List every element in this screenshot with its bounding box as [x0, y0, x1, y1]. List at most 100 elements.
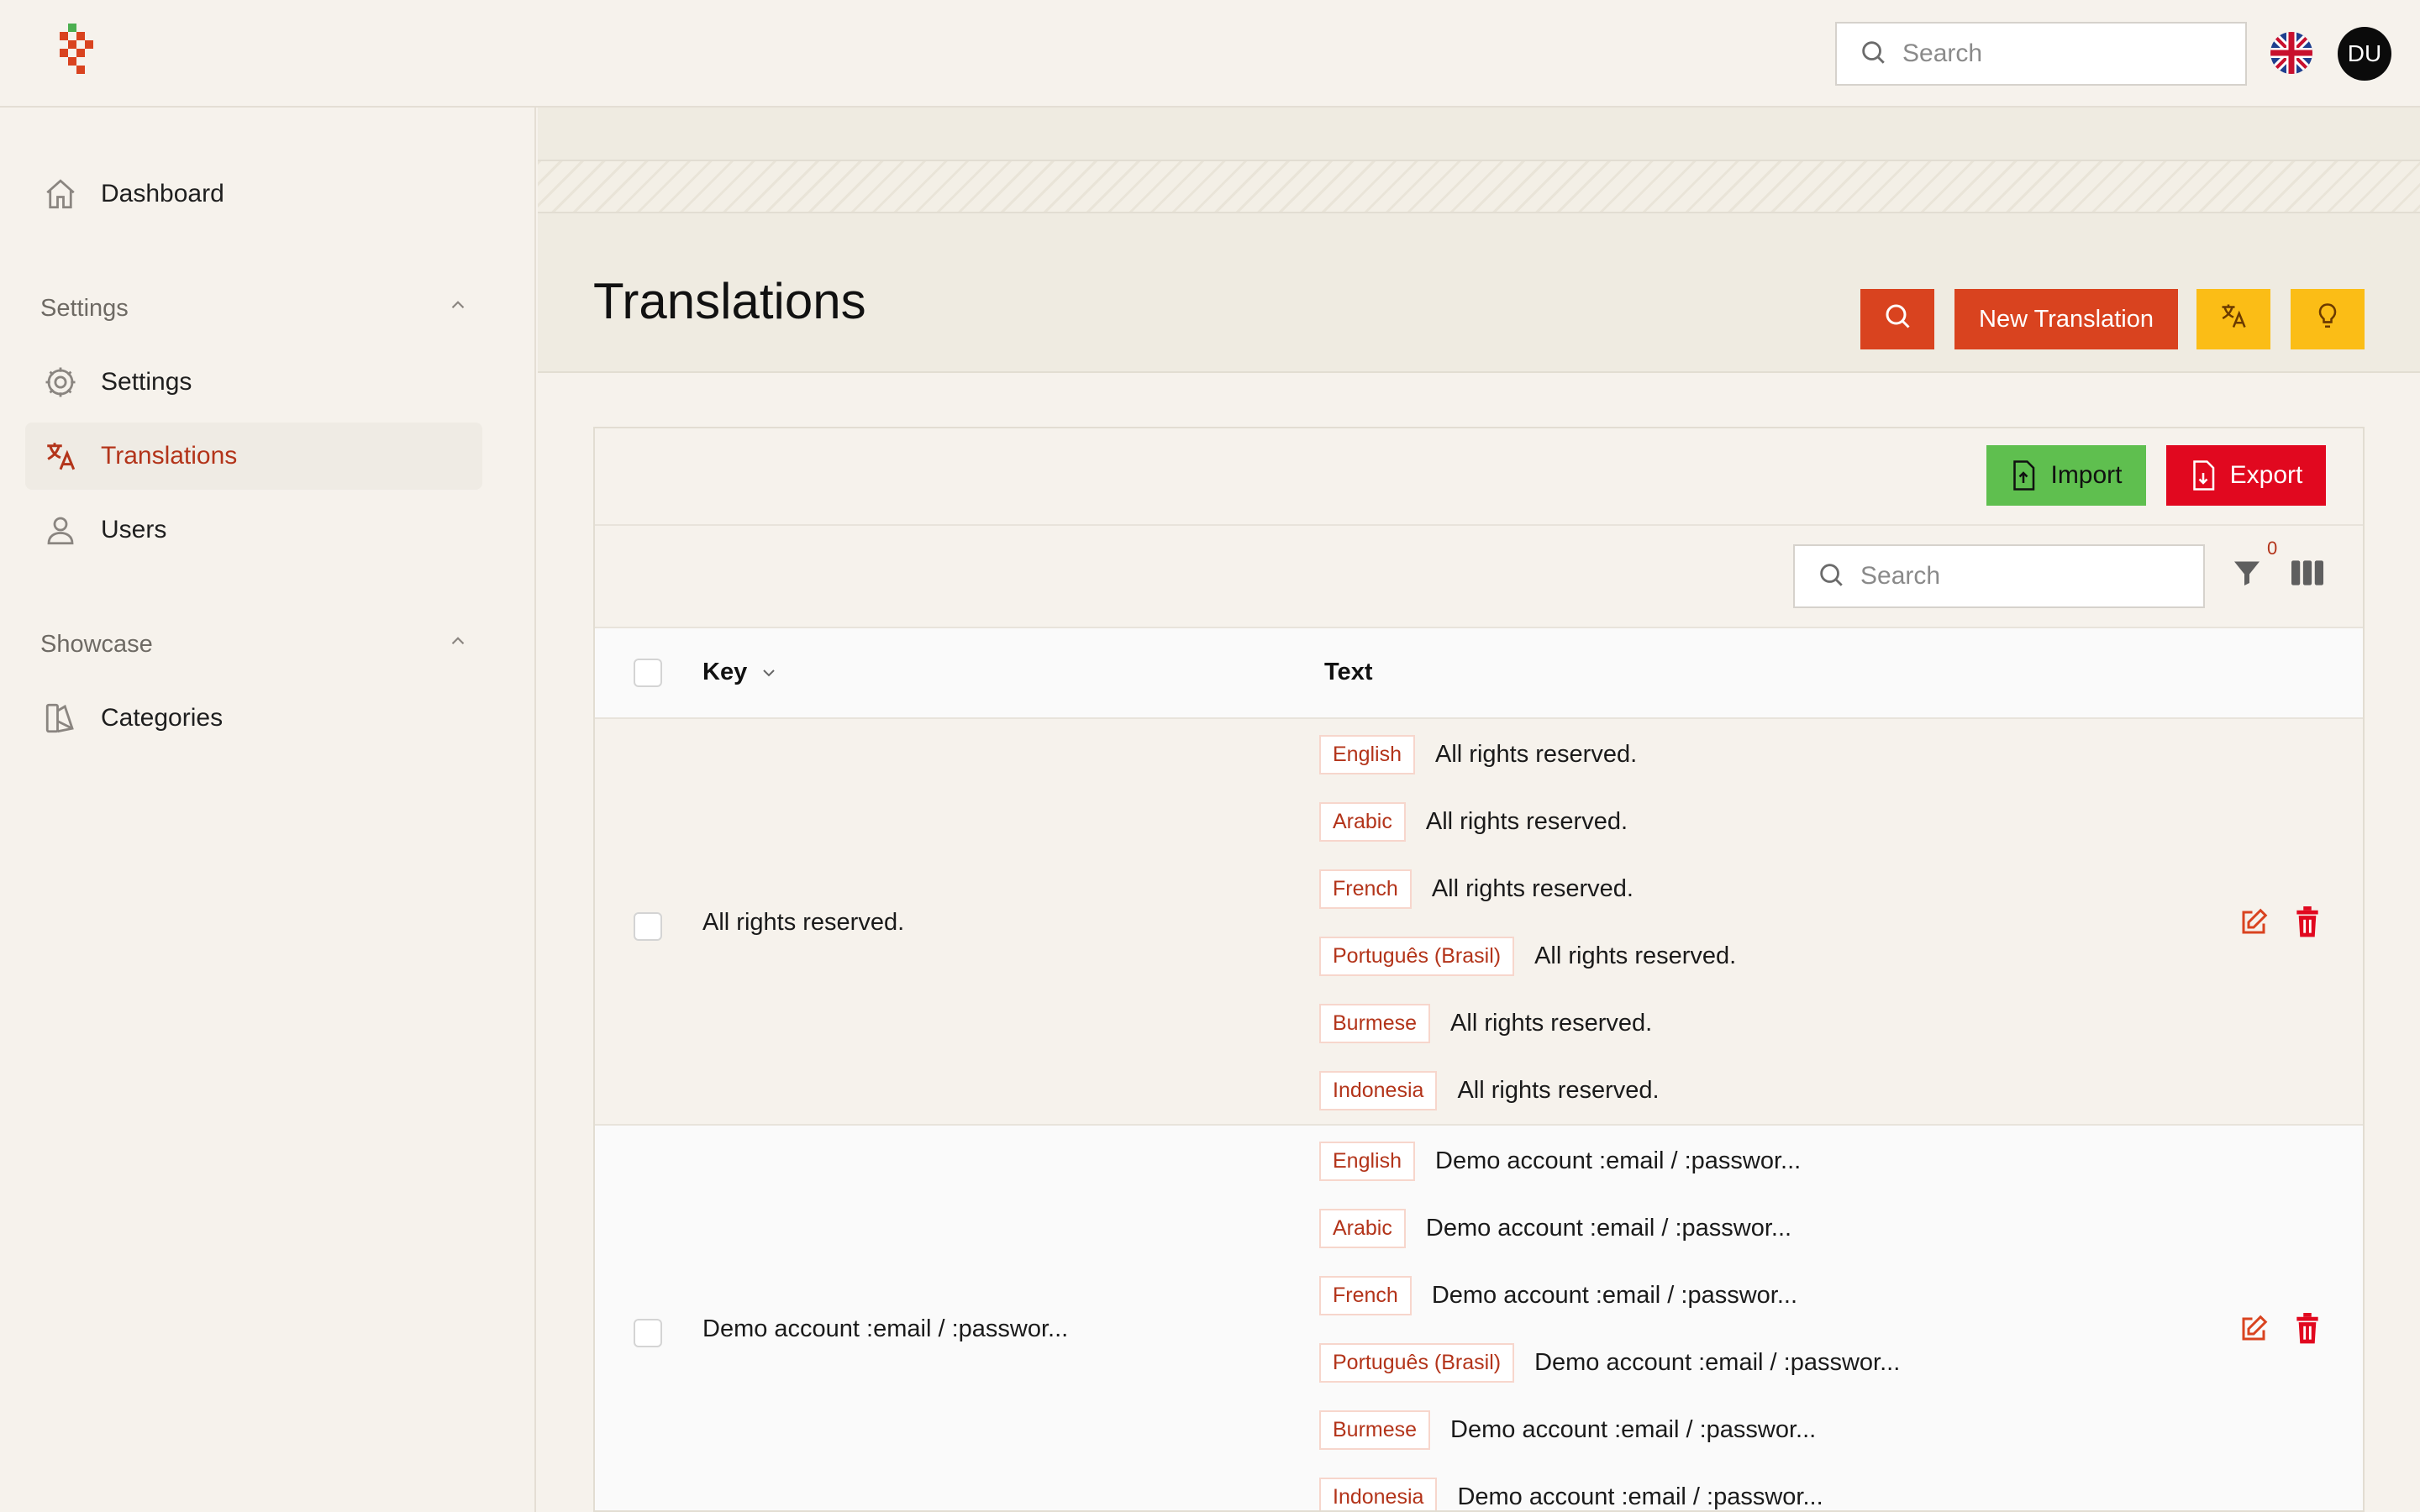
language-badge: Português (Brasil) [1319, 936, 1515, 976]
translation-line: English All rights reserved. [1319, 734, 1637, 774]
column-toggle-button[interactable] [2289, 556, 2326, 593]
search-icon [1859, 38, 1887, 71]
home-icon [42, 176, 79, 213]
search-icon [1882, 301, 1912, 338]
translation-text: Demo account :email / :passwor... [1534, 1348, 1901, 1376]
trash-icon [2293, 906, 2322, 942]
language-badge: Burmese [1319, 1003, 1431, 1043]
table-search-input[interactable] [1860, 562, 2163, 591]
translation-line: Arabic Demo account :email / :passwor... [1319, 1208, 1791, 1248]
new-translation-button[interactable]: New Translation [1954, 289, 2178, 349]
chevron-up-icon [447, 294, 469, 323]
translate-button[interactable] [2196, 289, 2270, 349]
uk-flag-icon[interactable] [2270, 32, 2312, 74]
language-badge: Indonesia [1319, 1477, 1438, 1510]
trash-icon [2293, 1312, 2322, 1349]
sidebar-item-settings[interactable]: Settings [25, 349, 482, 416]
file-upload-icon [2010, 460, 2037, 491]
language-badge: Português (Brasil) [1319, 1342, 1515, 1383]
panel-actions: Import Export [595, 428, 2363, 526]
translation-line: English Demo account :email / :passwor..… [1319, 1141, 1801, 1181]
table-search[interactable] [1793, 544, 2205, 608]
translation-line: Arabic All rights reserved. [1319, 801, 1628, 842]
chevron-down-icon [759, 663, 779, 683]
translation-text: Demo account :email / :passwor... [1431, 1281, 1797, 1309]
sidebar-item-label: Users [101, 516, 167, 543]
delete-button[interactable] [2291, 1312, 2324, 1349]
file-download-icon [2190, 460, 2217, 491]
global-search-input[interactable] [1902, 39, 2205, 68]
language-badge: French [1319, 869, 1412, 909]
app-logo[interactable] [55, 24, 106, 82]
sidebar-item-label: Translations [101, 442, 238, 470]
row-key: Demo account :email / :passwor... [702, 1315, 1069, 1342]
gear-icon [42, 364, 79, 401]
delete-button[interactable] [2291, 906, 2324, 942]
translation-line: Burmese Demo account :email / :passwor..… [1319, 1410, 1816, 1450]
translation-text: All rights reserved. [1457, 1076, 1660, 1104]
sidebar-group-settings[interactable]: Settings [40, 294, 469, 323]
table-toolbar: 0 [595, 526, 2363, 628]
translate-icon [2218, 301, 2249, 338]
translation-text: All rights reserved. [1450, 1009, 1653, 1037]
lightbulb-icon [2312, 301, 2343, 338]
content-top-band [538, 108, 2420, 161]
language-badge: Burmese [1319, 1410, 1431, 1450]
language-badge: French [1319, 1275, 1412, 1315]
search-icon [1817, 560, 1845, 593]
row-key: All rights reserved. [702, 909, 905, 936]
filter-icon [2232, 558, 2262, 592]
translation-line: French Demo account :email / :passwor... [1319, 1275, 1797, 1315]
sidebar-item-label: Dashboard [101, 180, 224, 207]
filter-count-badge: 0 [2267, 538, 2278, 559]
edit-button[interactable] [2237, 1314, 2270, 1347]
translation-text: All rights reserved. [1534, 942, 1737, 969]
sidebar-group-label: Settings [40, 294, 129, 322]
edit-icon [2238, 1314, 2269, 1348]
sidebar-group-label: Showcase [40, 630, 153, 658]
translate-icon [42, 438, 79, 475]
translation-line: Indonesia Demo account :email / :passwor… [1319, 1477, 1823, 1510]
sidebar: Dashboard Settings Settings Translations… [0, 108, 536, 1512]
row-checkbox[interactable] [634, 912, 662, 941]
translation-line: Burmese All rights reserved. [1319, 1003, 1652, 1043]
translation-text: Demo account :email / :passwor... [1435, 1147, 1802, 1174]
filter-button[interactable] [2228, 556, 2265, 593]
select-all-checkbox[interactable] [634, 659, 662, 687]
edit-button[interactable] [2237, 907, 2270, 941]
translation-text: Demo account :email / :passwor... [1425, 1214, 1792, 1242]
sidebar-item-translations[interactable]: Translations [25, 423, 482, 490]
chevron-up-icon [447, 630, 469, 659]
sidebar-item-dashboard[interactable]: Dashboard [25, 160, 482, 228]
sidebar-item-label: Settings [101, 368, 192, 396]
top-bar: DU [0, 0, 2420, 108]
page-header: Translations New Translation [538, 213, 2420, 373]
translation-line: Português (Brasil) All rights reserved. [1319, 936, 1736, 976]
columns-icon [2291, 559, 2323, 590]
global-search[interactable] [1835, 22, 2247, 86]
table-row: All rights reserved. English All rights … [595, 719, 2363, 1126]
translation-text: All rights reserved. [1431, 874, 1634, 902]
translations-table-panel: Import Export 0 [593, 427, 2365, 1512]
translation-text: All rights reserved. [1425, 807, 1628, 835]
tips-button[interactable] [2291, 289, 2365, 349]
search-toggle-button[interactable] [1860, 289, 1934, 349]
edit-icon [2238, 907, 2269, 942]
translation-text: Demo account :email / :passwor... [1450, 1415, 1817, 1443]
categories-icon [42, 700, 79, 737]
sidebar-item-categories[interactable]: Categories [25, 685, 482, 752]
sidebar-item-users[interactable]: Users [25, 496, 482, 564]
row-checkbox[interactable] [634, 1319, 662, 1347]
import-button[interactable]: Import [1986, 445, 2146, 506]
hatch-divider [538, 161, 2420, 213]
user-avatar[interactable]: DU [2338, 27, 2391, 81]
page-title: Translations [593, 273, 866, 329]
column-header-label: Key [702, 659, 748, 685]
translation-line: Indonesia All rights reserved. [1319, 1070, 1660, 1110]
language-badge: Arabic [1319, 801, 1406, 842]
sidebar-group-showcase[interactable]: Showcase [40, 630, 469, 659]
language-badge: Arabic [1319, 1208, 1406, 1248]
export-button[interactable]: Export [2166, 445, 2326, 506]
language-badge: English [1319, 1141, 1415, 1181]
column-header-key[interactable]: Key [702, 659, 779, 686]
